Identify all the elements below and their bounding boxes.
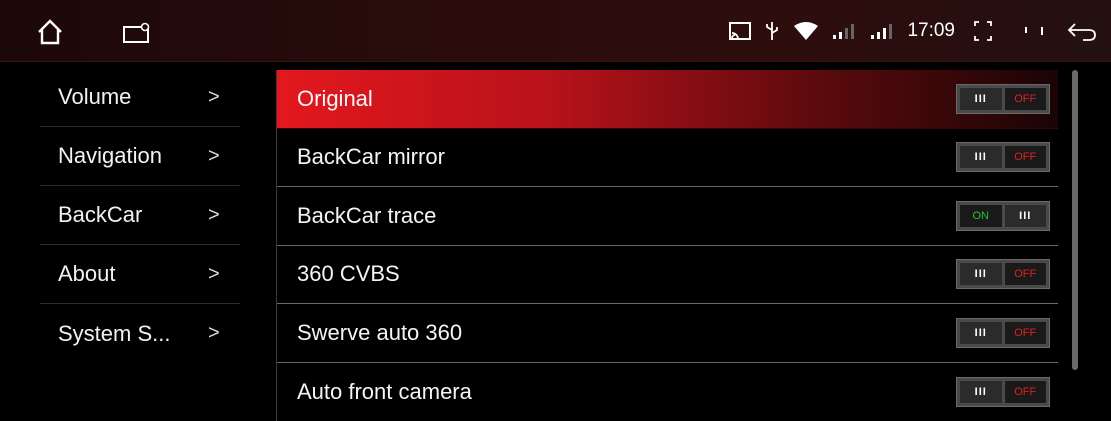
- sidebar-item-volume[interactable]: Volume >: [40, 68, 240, 127]
- clock-time: 17:09: [907, 20, 955, 41]
- cvbs-360-toggle[interactable]: III OFF: [956, 259, 1050, 290]
- sidebar-item-label: Volume: [58, 84, 132, 109]
- chevron-right-icon: >: [208, 203, 220, 226]
- tv-icon[interactable]: [122, 22, 152, 44]
- sidebar-item-backcar[interactable]: BackCar >: [40, 186, 240, 245]
- sidebar-item-label: BackCar: [58, 202, 143, 227]
- setting-row-360-cvbs[interactable]: 360 CVBS III OFF: [277, 246, 1058, 304]
- sidebar-item-navigation[interactable]: Navigation >: [40, 127, 240, 186]
- list-scrollbar[interactable]: [1072, 70, 1078, 370]
- wifi-icon: [793, 21, 819, 41]
- toggle-state: OFF: [1004, 321, 1046, 344]
- original-toggle[interactable]: III OFF: [956, 83, 1050, 114]
- toggle-state: OFF: [1004, 87, 1046, 110]
- chevron-right-icon: >: [208, 262, 220, 285]
- chevron-right-icon: >: [208, 85, 220, 108]
- chevron-right-icon: >: [208, 322, 220, 344]
- sidebar-item-system-settings[interactable]: System S... >: [40, 304, 240, 363]
- toggle-state: OFF: [1004, 380, 1046, 403]
- toggle-grip: III: [960, 146, 1002, 169]
- cast-icon: [729, 21, 752, 41]
- home-icon[interactable]: [36, 18, 64, 46]
- setting-label: BackCar trace: [297, 202, 437, 228]
- swerve-auto-360-toggle[interactable]: III OFF: [956, 317, 1050, 348]
- setting-row-auto-front-camera[interactable]: Auto front camera III OFF: [277, 363, 1058, 421]
- setting-row-original[interactable]: Original III OFF: [277, 70, 1058, 129]
- setting-label: Swerve auto 360: [297, 319, 463, 345]
- auto-front-camera-toggle[interactable]: III OFF: [956, 376, 1050, 407]
- usb-icon: [763, 20, 781, 42]
- setting-label: BackCar mirror: [297, 144, 445, 170]
- status-bar: 17:09: [0, 0, 1111, 62]
- signal-icon: [831, 22, 857, 40]
- backcar-settings-list: Original III OFF BackCar mirror III OFF …: [276, 70, 1058, 421]
- backcar-mirror-toggle[interactable]: III OFF: [956, 142, 1050, 173]
- sidebar-item-label: About: [58, 261, 116, 286]
- toggle-grip: III: [960, 87, 1002, 110]
- toggle-state: OFF: [1004, 263, 1046, 286]
- backcar-trace-toggle[interactable]: ON III: [956, 200, 1050, 231]
- volume-icon[interactable]: [1023, 25, 1047, 37]
- setting-label: 360 CVBS: [297, 261, 400, 287]
- signal-icon: [869, 22, 895, 40]
- toggle-grip: III: [960, 380, 1002, 403]
- setting-row-backcar-mirror[interactable]: BackCar mirror III OFF: [277, 129, 1058, 187]
- setting-row-swerve-auto-360[interactable]: Swerve auto 360 III OFF: [277, 304, 1058, 363]
- screenshot-icon[interactable]: [973, 20, 993, 42]
- setting-row-backcar-trace[interactable]: BackCar trace ON III: [277, 187, 1058, 246]
- toggle-grip: III: [1004, 204, 1046, 227]
- settings-sidebar: Volume > Navigation > BackCar > About > …: [0, 68, 270, 421]
- sidebar-item-about[interactable]: About >: [40, 245, 240, 304]
- toggle-state: OFF: [1004, 146, 1046, 169]
- setting-label: Auto front camera: [297, 378, 472, 404]
- setting-label: Original: [297, 85, 373, 111]
- back-icon[interactable]: [1067, 20, 1097, 42]
- toggle-grip: III: [960, 263, 1002, 286]
- toggle-grip: III: [960, 321, 1002, 344]
- toggle-state: ON: [960, 204, 1002, 227]
- chevron-right-icon: >: [208, 144, 220, 167]
- sidebar-item-label: System S...: [58, 320, 171, 346]
- sidebar-item-label: Navigation: [58, 143, 162, 168]
